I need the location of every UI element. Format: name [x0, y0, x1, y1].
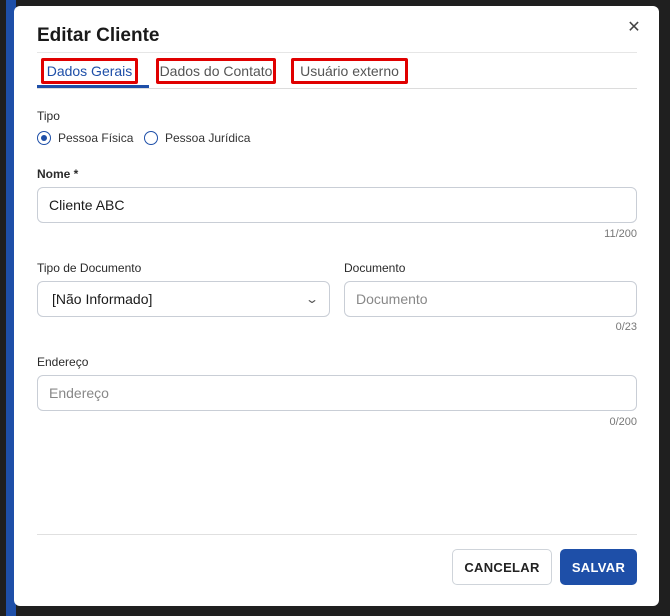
tipo-documento-value: [Não Informado] [52, 291, 153, 307]
footer-divider [37, 534, 637, 535]
documento-input[interactable] [344, 281, 637, 317]
save-button[interactable]: SALVAR [560, 549, 637, 585]
radio-label: Pessoa Física [58, 131, 134, 145]
radio-pessoa-fisica[interactable]: Pessoa Física [37, 131, 133, 145]
endereco-label: Endereço [37, 355, 89, 369]
radio-checked-icon [37, 131, 51, 145]
dialog-title: Editar Cliente [37, 25, 160, 46]
close-icon[interactable]: ✕ [625, 19, 643, 37]
tipo-label: Tipo [37, 109, 60, 123]
chevron-down-icon: ⌄ [304, 292, 320, 306]
tipo-documento-label: Tipo de Documento [37, 261, 142, 275]
tab-dados-do-contato[interactable]: Dados do Contato [156, 58, 276, 84]
endereco-counter: 0/200 [609, 416, 637, 428]
radio-unchecked-icon [144, 131, 158, 145]
radio-pessoa-juridica[interactable]: Pessoa Jurídica [144, 131, 250, 145]
cancel-button[interactable]: CANCELAR [452, 549, 552, 585]
tabs-top-divider [37, 52, 637, 53]
tab-dados-gerais[interactable]: Dados Gerais [41, 58, 138, 84]
nome-input[interactable] [37, 187, 637, 223]
documento-label: Documento [344, 261, 406, 275]
edit-client-dialog: Editar Cliente ✕ Dados Gerais Dados do C… [14, 6, 659, 606]
nome-label: Nome * [37, 167, 79, 181]
nome-counter: 11/200 [604, 228, 637, 240]
tipo-documento-select[interactable]: [Não Informado] ⌄ [37, 281, 330, 317]
tabs-bottom-divider [37, 88, 637, 89]
documento-counter: 0/23 [615, 321, 637, 333]
tab-usuario-externo[interactable]: Usuário externo [291, 58, 408, 84]
endereco-input[interactable] [37, 375, 637, 411]
radio-label: Pessoa Jurídica [165, 131, 251, 145]
